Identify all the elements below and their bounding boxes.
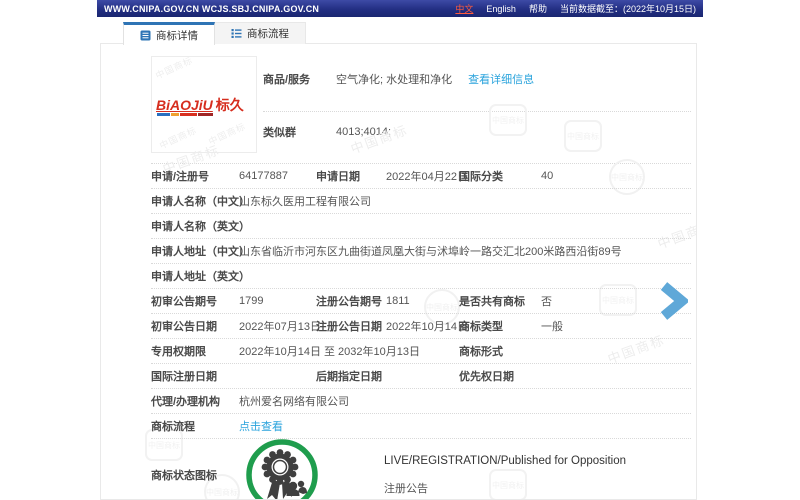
tab-label: 商标详情	[156, 28, 198, 43]
status-icon-label: 商标状态图标	[151, 467, 239, 483]
reg-gazette-date-label: 注册公告日期	[316, 318, 386, 334]
table-row: 专用权期限 2022年10月14日 至 2032年10月13日 商标形式	[151, 339, 691, 364]
applicant-name-cn-value: 山东标久医用工程有限公司	[239, 193, 691, 209]
later-designation-date-label: 后期指定日期	[316, 368, 386, 384]
trademark-type-value: 一般	[541, 318, 691, 334]
trademark-image: 中国商标 中国商标 中国商标 BiAOJiU标久	[151, 56, 257, 153]
table-row: 申请/注册号 64177887 申请日期 2022年04月22日 国际分类 40	[151, 164, 691, 189]
document-icon	[140, 30, 151, 41]
trademark-form-label: 商标形式	[459, 343, 541, 359]
applicant-address-cn-value: 山东省临沂市河东区九曲街道凤凰大街与沭埠岭一路交汇北200米路西沿街89号	[239, 243, 691, 259]
application-number-label: 申请/注册号	[151, 168, 239, 184]
table-row: 商标流程 点击查看	[151, 414, 691, 439]
table-row: 初审公告期号 1799 注册公告期号 1811 是否共有商标 否	[151, 289, 691, 314]
table-row: 代理/办理机构 杭州爱名网络有限公司	[151, 389, 691, 414]
trademark-status-row: 商标状态图标	[151, 439, 691, 500]
table-row: 申请人地址（中文） 山东省临沂市河东区九曲街道凤凰大街与沭埠岭一路交汇北200米…	[151, 239, 691, 264]
prelim-gazette-date-label: 初审公告日期	[151, 318, 239, 334]
detail-rows: 申请/注册号 64177887 申请日期 2022年04月22日 国际分类 40…	[151, 163, 691, 500]
exclusive-term-value: 2022年10月14日 至 2032年10月13日	[239, 343, 459, 359]
brand-logo: BiAOJiU标久	[156, 95, 244, 115]
watermark-text: 中国商标	[206, 119, 248, 148]
similar-group-label: 类似群	[263, 124, 336, 140]
site-urls: WWW.CNIPA.GOV.CN WCJS.SBJ.CNIPA.GOV.CN	[104, 4, 319, 14]
goods-services-row: 商品/服务 空气净化; 水处理和净化 查看详细信息	[263, 56, 691, 112]
trademark-type-label: 商标类型	[459, 318, 541, 334]
intl-class-value: 40	[541, 170, 691, 182]
table-row: 申请人名称（中文） 山东标久医用工程有限公司	[151, 189, 691, 214]
table-row: 初审公告日期 2022年07月13日 注册公告日期 2022年10月14日 商标…	[151, 314, 691, 339]
agent-value: 杭州爱名网络有限公司	[239, 393, 691, 409]
table-row: 国际注册日期 后期指定日期 优先权日期	[151, 364, 691, 389]
table-row: 申请人名称（英文）	[151, 214, 691, 239]
intl-reg-date-label: 国际注册日期	[151, 368, 239, 384]
application-number-value: 64177887	[239, 170, 316, 182]
similar-group-value: 4013;4014;	[336, 126, 391, 138]
list-icon	[231, 28, 242, 39]
brand-tagline-strip	[157, 113, 213, 116]
brand-name-en: BiAOJiU	[156, 97, 213, 113]
brand-name-cn: 标久	[216, 97, 244, 113]
click-to-view-link[interactable]: 点击查看	[239, 418, 691, 434]
reg-gazette-no-label: 注册公告期号	[316, 293, 386, 309]
watermark-text: 中国商标	[157, 123, 199, 152]
status-line-en: LIVE/REGISTRATION/Published for Oppositi…	[384, 455, 626, 467]
view-details-link[interactable]: 查看详细信息	[468, 71, 534, 111]
agent-label: 代理/办理机构	[151, 393, 239, 409]
top-bar: WWW.CNIPA.GOV.CN WCJS.SBJ.CNIPA.GOV.CN 中…	[97, 0, 703, 17]
intl-class-label: 国际分类	[459, 168, 541, 184]
application-date-value: 2022年04月22日	[386, 168, 459, 184]
goods-services-value: 空气净化; 水处理和净化	[336, 71, 452, 111]
prelim-gazette-no-label: 初审公告期号	[151, 293, 239, 309]
applicant-address-en-label: 申请人地址（英文）	[151, 268, 239, 284]
reg-gazette-date-value: 2022年10月14日	[386, 318, 459, 334]
goods-services-label: 商品/服务	[263, 71, 336, 111]
applicant-address-cn-label: 申请人地址（中文）	[151, 243, 239, 259]
data-cutoff-text: 当前数据截至：(2022年10月15日)	[560, 2, 696, 15]
help-link[interactable]: 帮助	[529, 2, 547, 15]
shared-trademark-label: 是否共有商标	[459, 293, 541, 309]
exclusive-term-label: 专用权期限	[151, 343, 239, 359]
applicant-name-cn-label: 申请人名称（中文）	[151, 193, 239, 209]
trademark-summary-section: 中国商标 中国商标 中国商标 BiAOJiU标久 商品/服务 空气净化; 水处理…	[151, 56, 691, 153]
reg-gazette-no-value: 1811	[386, 295, 459, 307]
tab-label: 商标流程	[247, 26, 289, 41]
table-row: 申请人地址（英文）	[151, 264, 691, 289]
trademark-process-label: 商标流程	[151, 418, 239, 434]
application-date-label: 申请日期	[316, 168, 386, 184]
applicant-name-en-label: 申请人名称（英文）	[151, 218, 239, 234]
prelim-gazette-date-value: 2022年07月13日	[239, 318, 316, 334]
registration-status-badge-icon	[246, 439, 318, 500]
trademark-detail-panel: 中国商标 中国商标 中国商标 中国商标 中国商标 中国商标 中国商标 中国商标 …	[100, 43, 697, 500]
tab-bar: 商标详情 商标流程	[123, 22, 306, 44]
status-line-cn: 注册公告	[384, 480, 626, 496]
watermark-text: 中国商标	[153, 56, 195, 82]
prelim-gazette-no-value: 1799	[239, 295, 316, 307]
tab-trademark-process[interactable]: 商标流程	[215, 22, 306, 44]
tab-trademark-detail[interactable]: 商标详情	[123, 22, 215, 45]
next-page-arrow-icon[interactable]	[660, 282, 688, 320]
similar-group-row: 类似群 4013;4014;	[263, 112, 691, 151]
lang-english-link[interactable]: English	[486, 4, 516, 14]
priority-date-label: 优先权日期	[459, 368, 541, 384]
lang-chinese-link[interactable]: 中文	[455, 2, 473, 15]
